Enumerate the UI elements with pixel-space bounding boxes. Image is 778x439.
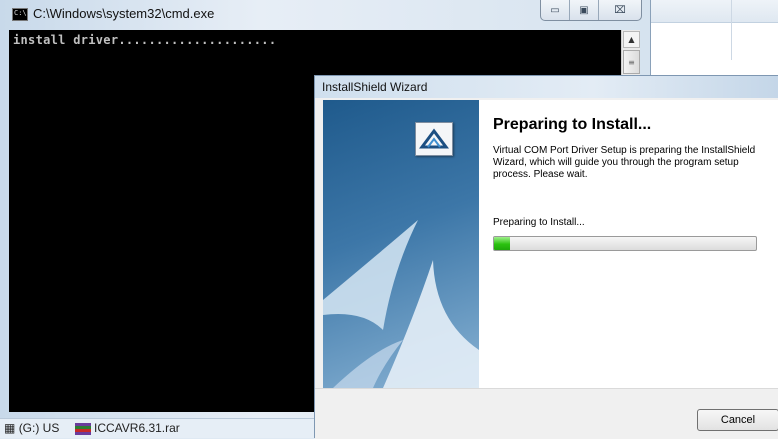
progress-status-label: Preparing to Install... [493, 217, 585, 228]
archive-file-label[interactable]: ICCAVR6.31.rar [94, 421, 180, 435]
minimize-button[interactable]: ▭ [541, 0, 570, 20]
wizard-banner-art [323, 220, 479, 388]
wizard-banner-image [323, 100, 479, 388]
wizard-footer: Cancel [315, 388, 778, 439]
installshield-logo-icon [415, 122, 453, 156]
progress-bar [493, 236, 757, 251]
maximize-button[interactable]: ▣ [570, 0, 599, 20]
window-controls: ▭ ▣ ⌧ [540, 0, 642, 21]
console-output-text: install driver..................... [13, 33, 277, 47]
wizard-heading: Preparing to Install... [493, 116, 652, 133]
cmd-window-title: C:\Windows\system32\cmd.exe [33, 6, 215, 21]
background-window-divider [731, 0, 732, 60]
wizard-description: Virtual COM Port Driver Setup is prepari… [493, 145, 756, 180]
close-button[interactable]: ⌧ [599, 0, 641, 20]
scroll-up-arrow-icon[interactable]: ▲ [623, 31, 640, 48]
progress-bar-fill [494, 237, 510, 250]
installshield-wizard-dialog: InstallShield Wizard Preparing to Instal… [314, 75, 778, 439]
drive-icon: ▦ [4, 421, 16, 435]
drive-label: (G:) US [18, 421, 60, 435]
taskbar-strip: ▦ (G:) US ICCAVR6.31.rar [0, 418, 314, 438]
wizard-title-bar[interactable]: InstallShield Wizard [315, 76, 778, 98]
console-icon: C:\ [12, 8, 28, 21]
wizard-content-panel: Preparing to Install... Virtual COM Port… [479, 100, 778, 388]
background-window-header [651, 0, 778, 23]
wizard-title: InstallShield Wizard [322, 80, 428, 94]
cancel-button[interactable]: Cancel [697, 409, 778, 431]
drive-item[interactable]: ▦ (G:) US [4, 421, 59, 435]
winrar-archive-icon [75, 423, 91, 435]
scroll-thumb[interactable]: ≡ [623, 50, 640, 74]
console-icon-label: C:\ [14, 9, 27, 17]
cmd-title-bar[interactable]: C:\ C:\Windows\system32\cmd.exe ▭ ▣ ⌧ [0, 0, 650, 30]
